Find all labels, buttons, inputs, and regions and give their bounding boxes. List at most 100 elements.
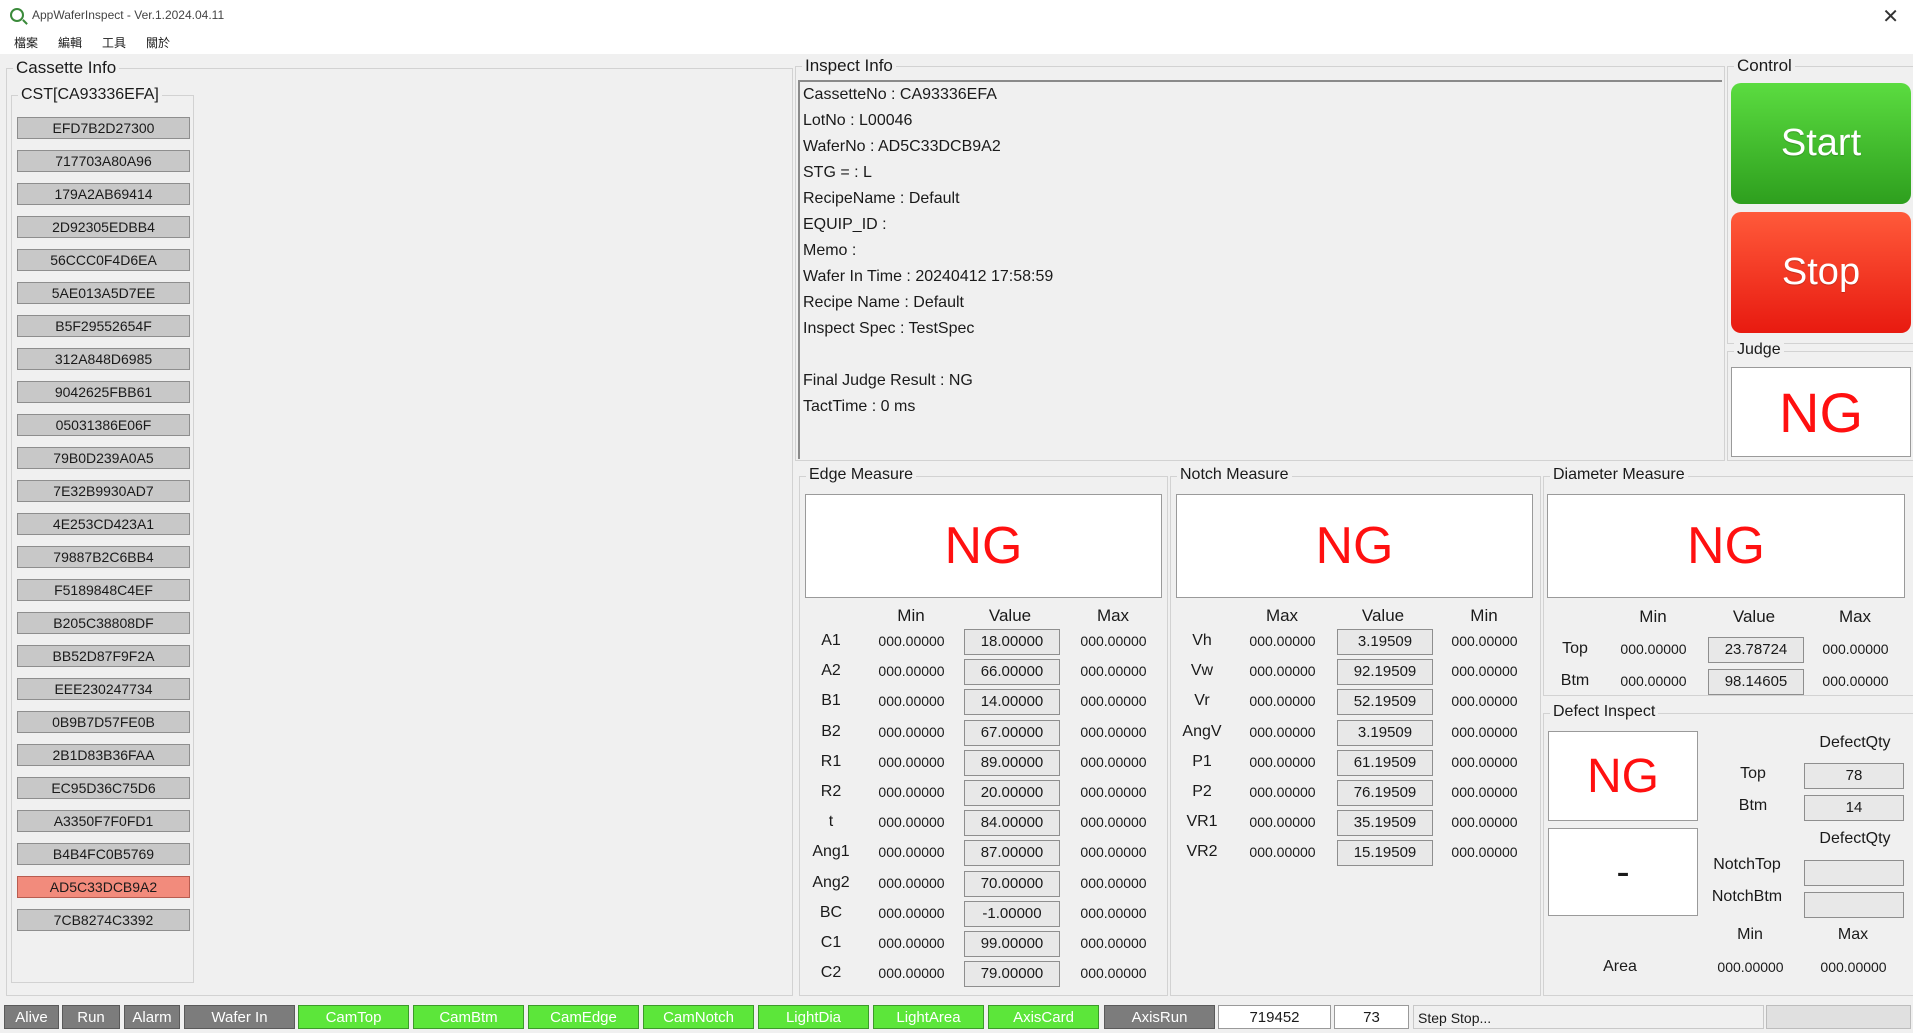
defect-top-qty: 78 [1804, 763, 1904, 789]
notch-row-value: 35.19509 [1337, 810, 1433, 837]
inspect-info-line: TactTime : 0 ms [803, 398, 916, 415]
defect-inspect-title: Defect Inspect [1550, 703, 1659, 721]
inspect-info-line: CassetteNo : CA93336EFA [803, 86, 997, 103]
status-axiscard-indicator: AxisCard [988, 1005, 1099, 1029]
edge-row-value: 66.00000 [964, 659, 1060, 686]
edge-row-min: 000.00000 [878, 935, 945, 951]
wafer-slot-button[interactable]: 56CCC0F4D6EA [17, 249, 190, 271]
wafer-slot-button[interactable]: F5189848C4EF [17, 579, 190, 601]
notch-row-label: P1 [1192, 752, 1212, 770]
notch-row-min: 000.00000 [1451, 814, 1518, 831]
status-lightarea-indicator: LightArea [873, 1005, 984, 1029]
status-message: Step Stop... [1413, 1005, 1764, 1029]
notch-row-min: 000.00000 [1451, 663, 1518, 680]
notch-row-min: 000.00000 [1451, 723, 1518, 740]
notch-row-label: VR1 [1186, 813, 1218, 831]
wafer-slot-button[interactable]: 179A2AB69414 [17, 183, 190, 205]
inspect-info-line: Inspect Spec : TestSpec [803, 320, 975, 337]
edge-row-label: C1 [820, 934, 842, 951]
edge-row-min: 000.00000 [878, 904, 945, 921]
cassette-info-title: Cassette Info [13, 58, 120, 78]
status-alarm-indicator: Alarm [124, 1005, 180, 1029]
edge-row-min: 000.00000 [878, 965, 945, 982]
notch-row-value: 61.19509 [1337, 749, 1433, 776]
edge-row-value: 67.00000 [964, 719, 1060, 746]
edge-row-min: 000.00000 [878, 814, 945, 831]
inspect-info-line: Memo : [803, 242, 857, 259]
wafer-slot-button[interactable]: 5AE013A5D7EE [17, 282, 190, 304]
wafer-slot-button[interactable]: 0B9B7D57FE0B [17, 711, 190, 733]
wafer-slot-button[interactable]: 717703A80A96 [17, 150, 190, 172]
edge-row-max: 000.00000 [1080, 633, 1147, 649]
edge-row-label: R2 [820, 783, 842, 800]
wafer-slot-button[interactable]: 312A848D6985 [17, 348, 190, 370]
wafer-slot-button[interactable]: B205C38808DF [17, 612, 190, 634]
inspect-info-line: EQUIP_ID : [803, 216, 887, 233]
inspect-info-line: LotNo : L00046 [803, 112, 913, 129]
menu-file[interactable]: 檔案 [14, 34, 38, 51]
diameter-header-max: Max [1838, 607, 1872, 626]
wafer-slot-button[interactable]: 4E253CD423A1 [17, 513, 190, 535]
wafer-slot-button[interactable]: EC95D36C75D6 [17, 777, 190, 799]
wafer-slot-button[interactable]: 05031386E06F [17, 414, 190, 436]
notch-row-min: 000.00000 [1451, 633, 1518, 649]
inspect-info-line: Recipe Name : Default [803, 294, 964, 311]
edge-row-value: 99.00000 [964, 931, 1060, 957]
menu-about[interactable]: 關於 [146, 34, 170, 51]
notch-defect-qty-header: DefectQty [1819, 830, 1891, 847]
menu-edit[interactable]: 編輯 [58, 34, 82, 51]
edge-row-min: 000.00000 [878, 844, 945, 861]
status-cambtm-indicator: CamBtm [413, 1005, 524, 1029]
window-title: AppWaferInspect - Ver.1.2024.04.11 [32, 8, 225, 22]
wafer-slot-button[interactable]: 7E32B9930AD7 [17, 480, 190, 502]
edge-row-label: C2 [820, 964, 842, 982]
defect-top-label: Top [1740, 765, 1766, 782]
defect-btm-label: Btm [1738, 797, 1768, 814]
edge-row-label: Ang2 [812, 873, 850, 891]
wafer-slot-button[interactable]: 79B0D239A0A5 [17, 447, 190, 469]
wafer-slot-button[interactable]: EFD7B2D27300 [17, 117, 190, 139]
edge-row-max: 000.00000 [1080, 935, 1147, 951]
status-alive-indicator: Alive [4, 1005, 59, 1029]
diameter-row-max: 000.00000 [1822, 641, 1889, 657]
defect-notch-top-qty [1804, 860, 1904, 886]
diameter-row-label: Top [1562, 640, 1588, 657]
notch-row-max: 000.00000 [1249, 723, 1316, 740]
area-label: Area [1603, 958, 1637, 975]
notch-row-max: 000.00000 [1249, 814, 1316, 831]
edge-row-value: 70.00000 [964, 870, 1060, 897]
close-button[interactable]: ✕ [1882, 4, 1899, 29]
edge-row-max: 000.00000 [1080, 874, 1147, 891]
wafer-slot-button[interactable]: 7CB8274C3392 [17, 909, 190, 931]
wafer-slot-button[interactable]: AD5C33DCB9A2 [17, 876, 190, 898]
wafer-slot-button[interactable]: 2B1D83B36FAA [17, 744, 190, 766]
inspect-info-line: STG = : L [803, 164, 872, 181]
edge-row-min: 000.00000 [878, 784, 945, 800]
wafer-slot-button[interactable]: 9042625FBB61 [17, 381, 190, 403]
wafer-slot-button[interactable]: EEE230247734 [17, 678, 190, 700]
diameter-header-min: Min [1639, 607, 1667, 626]
inspect-info-line: Wafer In Time : 20240412 17:58:59 [803, 268, 1054, 285]
edge-row-value: 20.00000 [964, 780, 1060, 806]
edge-row-max: 000.00000 [1080, 663, 1147, 680]
edge-row-label: B1 [821, 692, 841, 710]
diameter-row-min: 000.00000 [1620, 641, 1687, 657]
edge-row-min: 000.00000 [878, 874, 945, 891]
menu-tools[interactable]: 工具 [102, 34, 126, 51]
wafer-slot-button[interactable]: 79887B2C6BB4 [17, 546, 190, 568]
inspect-info-title: Inspect Info [802, 56, 896, 76]
notch-row-value: 3.19509 [1337, 719, 1433, 746]
edge-row-max: 000.00000 [1080, 814, 1147, 831]
wafer-slot-button[interactable]: 2D92305EDBB4 [17, 216, 190, 238]
status-camnotch-indicator: CamNotch [643, 1005, 754, 1029]
wafer-slot-button[interactable]: B5F29552654F [17, 315, 190, 337]
title-bar: AppWaferInspect - Ver.1.2024.04.11 ✕ [0, 0, 1913, 30]
wafer-slot-button[interactable]: BB52D87F9F2A [17, 645, 190, 667]
wafer-slot-button[interactable]: B4B4FC0B5769 [17, 843, 190, 865]
stop-button[interactable]: Stop [1731, 212, 1911, 333]
diameter-row-min: 000.00000 [1620, 673, 1687, 689]
inspect-info-text: CassetteNo : CA93336EFA LotNo : L00046 Waf… [798, 80, 1722, 459]
start-button[interactable]: Start [1731, 83, 1911, 204]
final-judge-result: NG [1731, 367, 1911, 457]
wafer-slot-button[interactable]: A3350F7F0FD1 [17, 810, 190, 832]
